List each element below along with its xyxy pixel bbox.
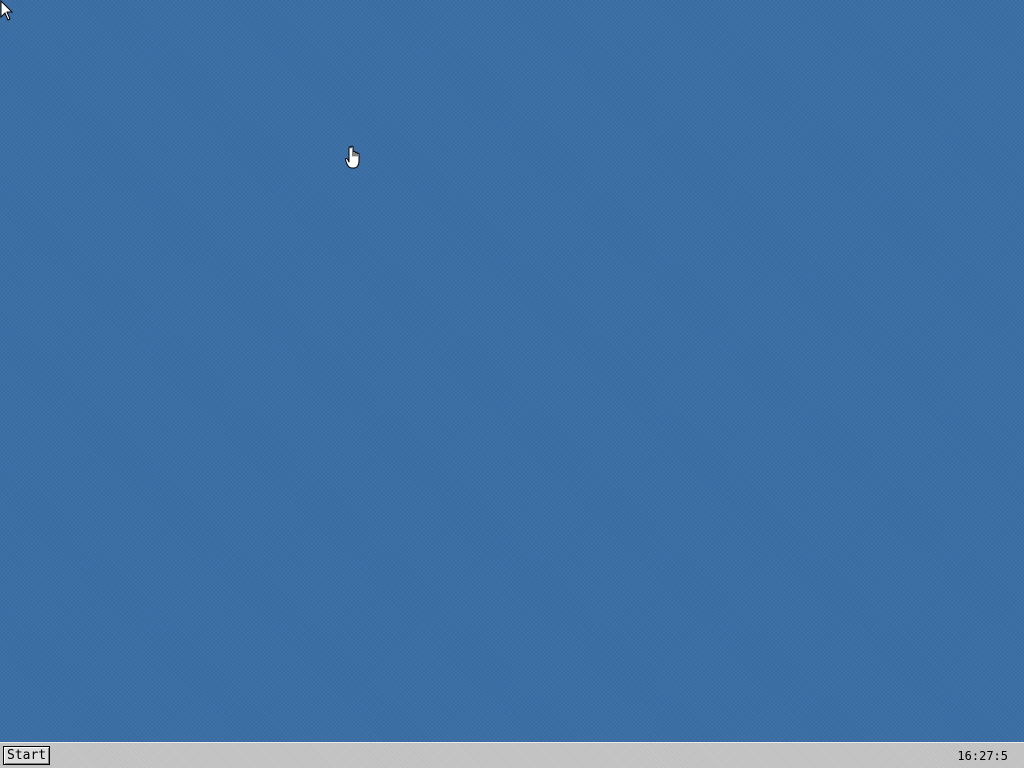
start-button[interactable]: Start: [3, 746, 51, 765]
arrow-pointer-icon: [0, 0, 14, 21]
taskbar-clock: 16:27:5: [957, 749, 1008, 763]
desktop[interactable]: [0, 0, 1024, 742]
taskbar: Start 16:27:5: [0, 742, 1024, 768]
hand-pointer-icon: [345, 145, 360, 169]
